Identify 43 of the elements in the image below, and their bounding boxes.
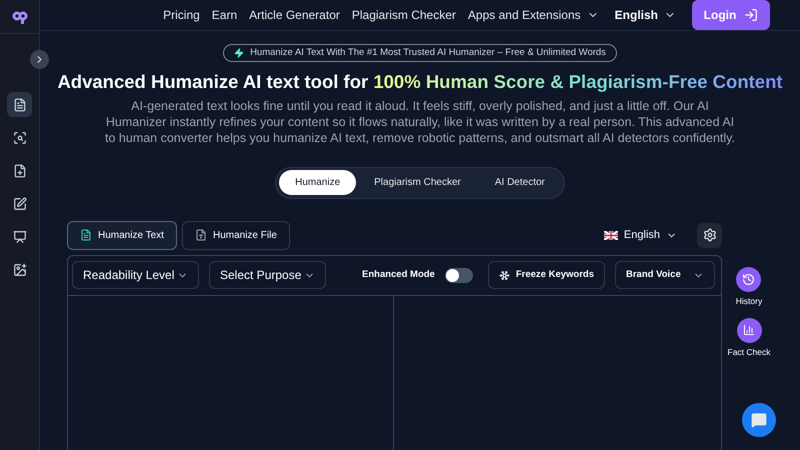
nav-link[interactable]: Plagiarism Checker — [352, 6, 456, 24]
nav-link[interactable]: Earn — [212, 6, 238, 24]
readability-dropdown[interactable]: Readability Level — [72, 261, 199, 290]
nav-link[interactable]: Pricing — [163, 6, 200, 24]
output-language-selector[interactable]: English — [604, 227, 677, 244]
scan-icon — [12, 130, 26, 144]
settings-icon — [702, 228, 716, 242]
nav-link[interactable]: Article Generator — [249, 6, 340, 24]
purpose-dropdown[interactable]: Select Purpose — [209, 261, 326, 290]
language-selector[interactable]: English — [614, 6, 676, 24]
snowflake-icon — [498, 270, 510, 281]
history-icon — [742, 272, 756, 286]
chart-icon — [743, 324, 755, 336]
tool-tab[interactable]: Humanize — [279, 170, 356, 196]
headline: Advanced Humanize AI text tool for 100% Human Score & Plagiarism-Free Content — [57, 70, 783, 94]
freeze-keywords-button[interactable]: Freeze Keywords — [488, 261, 605, 290]
tool-tab[interactable]: Plagiarism Checker — [358, 170, 477, 196]
flag-icon — [604, 230, 618, 240]
chat-button[interactable] — [742, 403, 776, 437]
text-file-icon — [80, 229, 92, 242]
enhanced-mode-toggle[interactable] — [444, 268, 473, 283]
edit-icon — [12, 196, 26, 210]
sidebar-item[interactable] — [7, 92, 32, 117]
presentation-icon — [12, 230, 26, 244]
lightning-icon — [234, 48, 244, 58]
badge-text: Humanize AI Text With The #1 Most Trusted AI Humanizer – Free & Unlimited Words — [250, 46, 606, 60]
file-icon — [194, 229, 207, 242]
login-button[interactable]: Login — [692, 0, 770, 30]
login-icon — [744, 8, 758, 22]
tool-tab[interactable]: AI Detector — [478, 170, 561, 196]
settings-button[interactable] — [697, 222, 722, 248]
intro-paragraph: AI-generated text looks fine until you read it aloud. It feels stiff, overly polished, and just a little off. Our AI Humanizer instantly refines your content so it flows naturally, like it was written by a real person. This advanced AI to human converter helps you humanize AI text, remove robotic patterns, and outsmart all AI detectors confidently. — [104, 98, 736, 146]
logo-icon — [12, 10, 28, 24]
mode-button[interactable]: Humanize File — [182, 220, 290, 250]
nav-link[interactable]: Apps and Extensions — [468, 6, 599, 24]
mode-button[interactable]: Humanize Text — [67, 220, 177, 250]
file-plus-icon — [12, 164, 26, 178]
document-icon — [12, 98, 26, 112]
enhanced-mode-label: Enhanced Mode — [362, 268, 435, 282]
side-action-button[interactable]: Fact Check — [728, 318, 770, 358]
image-icon — [12, 262, 26, 276]
brand-voice-dropdown[interactable]: Brand Voice — [615, 261, 715, 290]
chat-icon — [751, 412, 767, 428]
